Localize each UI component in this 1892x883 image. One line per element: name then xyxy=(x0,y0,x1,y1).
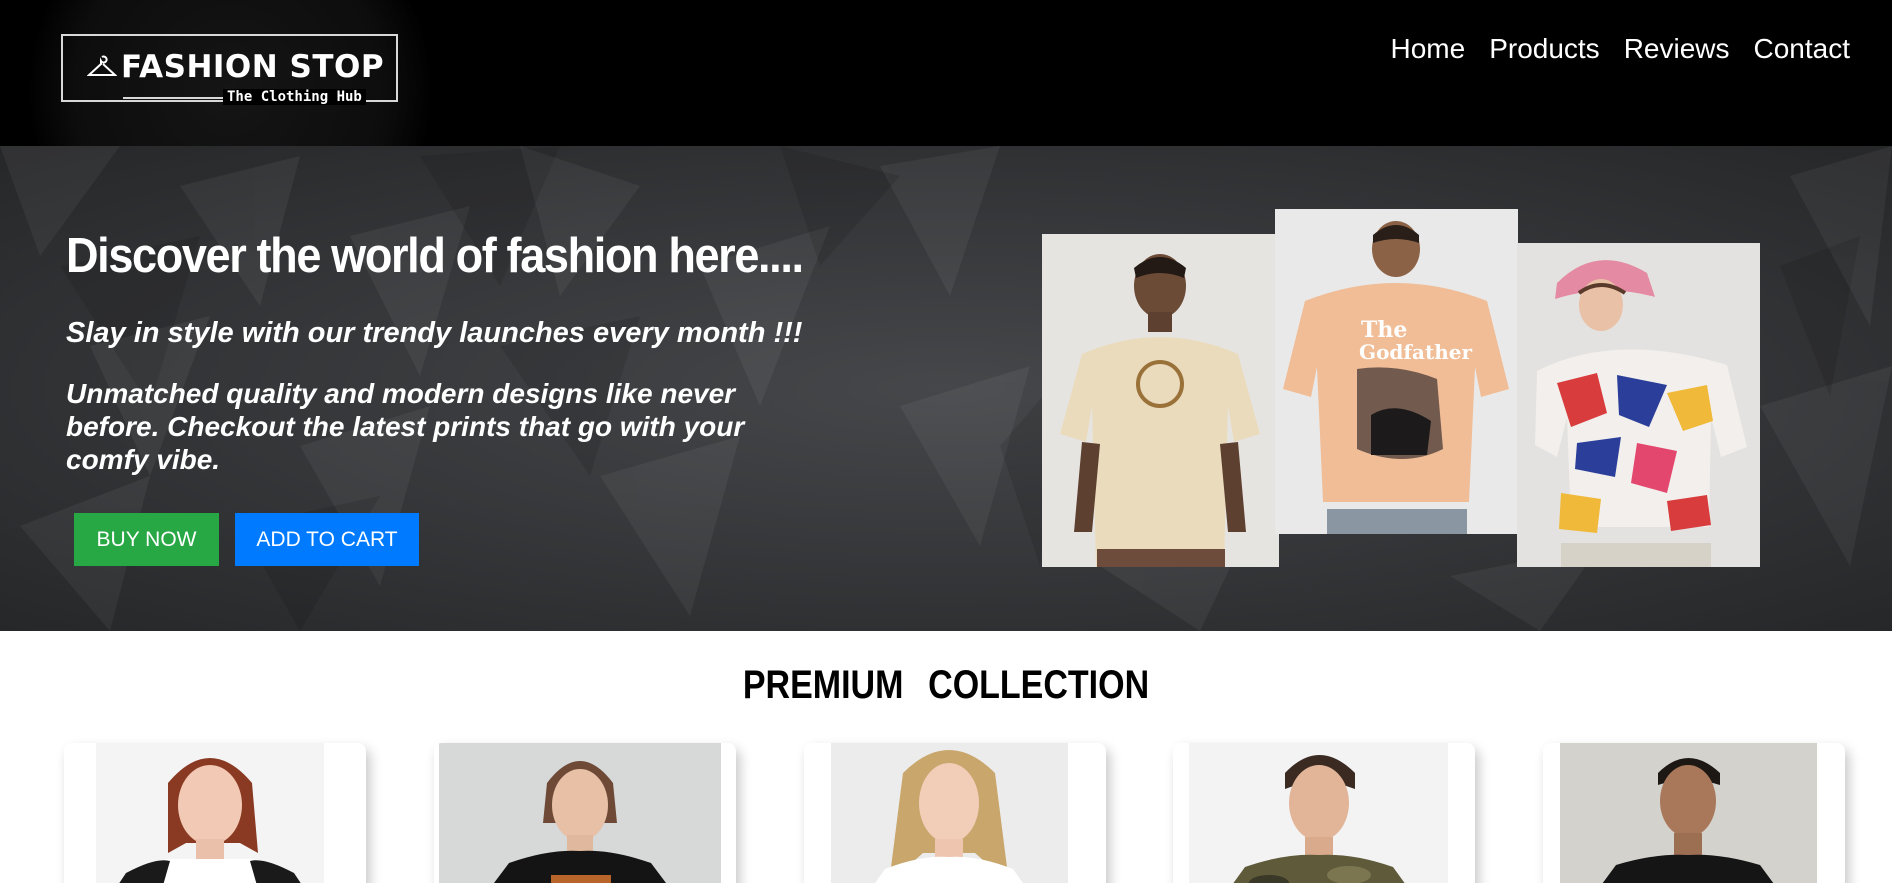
man-camo-tshirt-image xyxy=(1189,743,1448,883)
main-nav: Home Products Reviews Contact xyxy=(1378,32,1862,66)
hero-banner: Discover the world of fashion here.... S… xyxy=(0,146,1892,631)
logo-title: FASHION STOP xyxy=(121,49,385,85)
nav-home[interactable]: Home xyxy=(1378,32,1477,66)
product-card[interactable] xyxy=(434,743,736,883)
hanger-icon xyxy=(87,55,117,76)
logo-subtitle: The Clothing Hub xyxy=(223,89,366,105)
product-image[interactable] xyxy=(831,743,1068,883)
hero-description: Unmatched quality and modern designs lik… xyxy=(66,378,745,475)
hero-photo-cream-tshirt xyxy=(1042,234,1279,567)
product-image[interactable] xyxy=(96,743,324,883)
model-abstract-print-image xyxy=(1517,243,1760,567)
product-card[interactable] xyxy=(804,743,1106,883)
site-header: FASHION STOP The Clothing Hub Home Produ… xyxy=(0,0,1892,146)
add-to-cart-button[interactable]: ADD TO CART xyxy=(235,513,419,566)
product-image[interactable] xyxy=(1189,743,1448,883)
woman-raglan-tshirt-image xyxy=(96,743,324,883)
model-cream-tshirt-image xyxy=(1042,234,1279,567)
product-image[interactable] xyxy=(1560,743,1817,883)
buy-now-button[interactable]: BUY NOW xyxy=(74,513,219,566)
product-card[interactable] xyxy=(1173,743,1475,883)
nav-products[interactable]: Products xyxy=(1477,32,1612,66)
hero-tagline: Slay in style with our trendy launches e… xyxy=(66,317,803,349)
man-black-tshirt-image xyxy=(1560,743,1817,883)
svg-text:Godfather: Godfather xyxy=(1359,340,1472,364)
hero-title: Discover the world of fashion here.... xyxy=(66,229,804,283)
hero-photo-graphic-tshirt: The Godfather xyxy=(1275,209,1518,534)
woman-black-graphic-tshirt-image xyxy=(439,743,721,883)
nav-reviews[interactable]: Reviews xyxy=(1612,32,1742,66)
product-image[interactable] xyxy=(439,743,721,883)
woman-white-tshirt-image xyxy=(831,743,1068,883)
collection-title: PREMIUM COLLECTION xyxy=(742,663,1150,707)
product-card[interactable] xyxy=(64,743,366,883)
hero-photo-abstract-print xyxy=(1517,243,1760,567)
nav-contact[interactable]: Contact xyxy=(1742,32,1863,66)
logo[interactable]: FASHION STOP The Clothing Hub xyxy=(61,34,398,105)
model-graphic-tshirt-image: The Godfather xyxy=(1275,209,1518,534)
product-card[interactable] xyxy=(1543,743,1845,883)
